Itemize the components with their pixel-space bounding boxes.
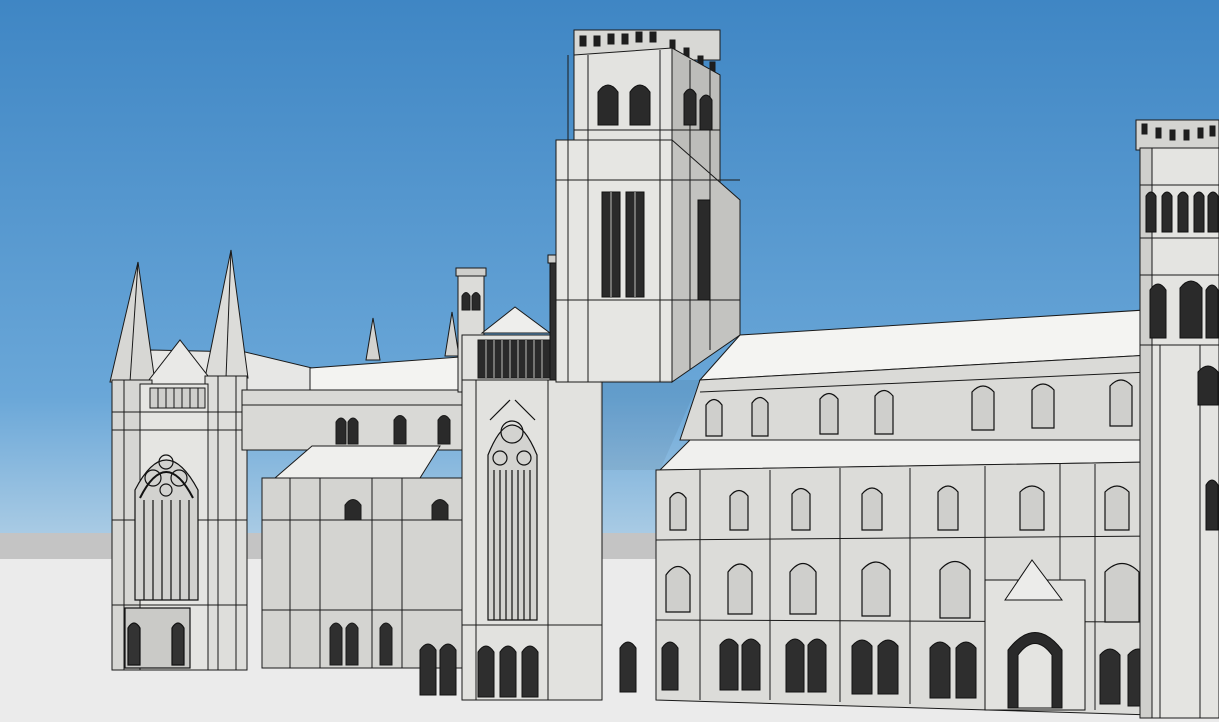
central-tower [555, 29, 741, 383]
render-viewport [0, 0, 1219, 722]
left-gothic-window [134, 454, 199, 601]
cathedral-scene [0, 29, 1219, 722]
watermark-text [446, 711, 716, 722]
north-porch [984, 559, 1086, 711]
left-portal [124, 607, 191, 669]
left-spire [109, 261, 156, 383]
